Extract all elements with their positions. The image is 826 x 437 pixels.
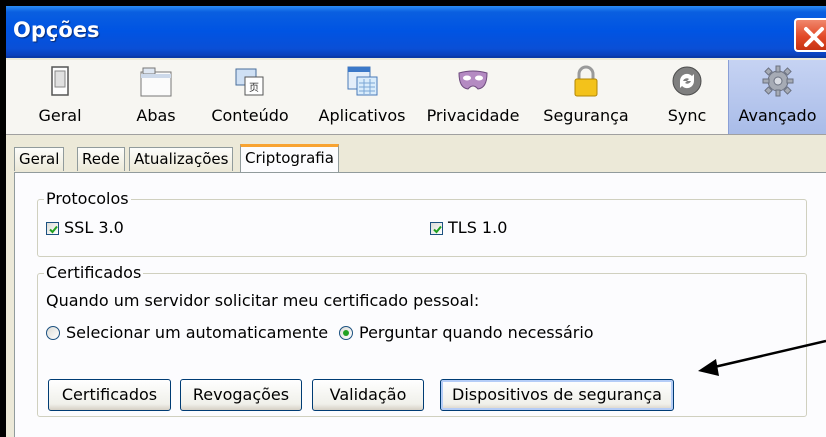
auto-select-label: Selecionar um automaticamente: [66, 323, 329, 342]
ask-when-needed-radio[interactable]: [339, 326, 353, 340]
toolbar-label-sync: Sync: [667, 106, 707, 125]
toolbar-label-general: Geral: [38, 106, 82, 125]
toolbar-label-advanced: Avançado: [738, 106, 817, 125]
tls-checkbox[interactable]: [430, 222, 443, 235]
revocations-button[interactable]: Revogações: [180, 379, 302, 411]
tabs-icon: [140, 67, 172, 97]
options-window: Opções Geral Abas 页 Conteúdo Aplicativos…: [6, 6, 826, 437]
svg-text:页: 页: [249, 82, 259, 94]
protocols-legend: Protocolos: [44, 189, 131, 209]
tab-updates[interactable]: Atualizações: [129, 147, 234, 171]
title-bar[interactable]: Opções: [6, 6, 826, 58]
toolbar-label-privacy: Privacidade: [426, 106, 520, 125]
ask-when-needed-label: Perguntar quando necessário: [359, 323, 594, 342]
toolbar-item-sync[interactable]: Sync: [660, 60, 714, 134]
protocols-group: Protocolos SSL 3.0 TLS 1.0: [37, 189, 807, 257]
validation-button[interactable]: Validação: [312, 379, 424, 411]
toolbar-label-security: Segurança: [543, 106, 629, 125]
tab-encryption[interactable]: Criptografia: [240, 144, 339, 172]
tls-label: TLS 1.0: [448, 218, 508, 237]
ask-when-needed-radio-row[interactable]: Perguntar quando necessário: [339, 323, 629, 343]
sync-icon: [672, 66, 702, 96]
tab-network[interactable]: Rede: [77, 147, 125, 171]
ssl-label: SSL 3.0: [64, 218, 124, 237]
close-button[interactable]: [794, 18, 826, 52]
toolbar-item-general[interactable]: Geral: [30, 60, 90, 134]
toolbar-item-tabs[interactable]: Abas: [126, 60, 186, 134]
certificates-button[interactable]: Certificados: [48, 379, 171, 411]
window-title: Opções: [13, 18, 100, 42]
tls-checkbox-row[interactable]: TLS 1.0: [430, 218, 550, 238]
toolbar-item-advanced[interactable]: Avançado: [728, 60, 826, 134]
ssl-checkbox-row[interactable]: SSL 3.0: [46, 218, 166, 238]
privacy-mask-icon: [458, 70, 488, 90]
close-x-icon: [804, 27, 824, 47]
toolbar-label-applications: Aplicativos: [318, 106, 406, 125]
toolbar-item-applications[interactable]: Aplicativos: [312, 60, 412, 134]
toolbar-label-content: Conteúdo: [211, 106, 289, 125]
ssl-checkbox[interactable]: [46, 222, 59, 235]
certificates-legend: Certificados: [44, 263, 144, 283]
certificate-prompt-text: Quando um servidor solicitar meu certifi…: [46, 291, 480, 310]
auto-select-radio[interactable]: [46, 326, 60, 340]
security-devices-button[interactable]: Dispositivos de segurança: [440, 379, 674, 411]
auto-select-radio-row[interactable]: Selecionar um automaticamente: [46, 323, 336, 343]
checkmark-icon: [433, 225, 442, 234]
security-lock-icon: [574, 65, 598, 97]
content-icon: 页: [235, 68, 264, 96]
applications-icon: [347, 66, 378, 96]
checkmark-icon: [49, 225, 58, 234]
toolbar-item-content[interactable]: 页 Conteúdo: [208, 60, 292, 134]
tab-general[interactable]: Geral: [14, 147, 65, 171]
toolbar-item-privacy[interactable]: Privacidade: [420, 60, 526, 134]
toolbar-label-tabs: Abas: [136, 106, 176, 125]
advanced-gear-icon: [762, 65, 793, 97]
general-icon: [51, 66, 69, 96]
options-toolbar: Geral Abas 页 Conteúdo Aplicativos Privac…: [6, 60, 826, 135]
toolbar-item-security[interactable]: Segurança: [536, 60, 636, 134]
